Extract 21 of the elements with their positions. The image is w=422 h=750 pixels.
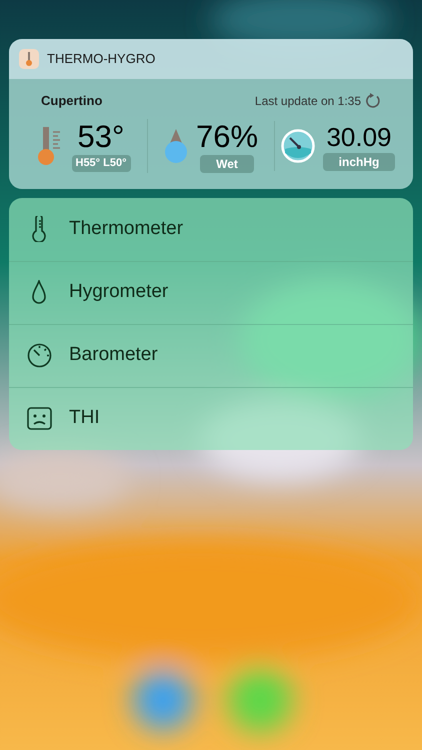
menu-item[interactable]: Thermometer [9, 198, 413, 260]
menu-item[interactable]: THI [9, 386, 413, 450]
reading-label: Wet [200, 154, 254, 172]
reading-value: 53° [78, 119, 124, 156]
reading-value: 30.09 [326, 120, 392, 152]
gauge-icon [26, 343, 52, 368]
water-drop-icon [164, 128, 188, 164]
reading-label: inchHg [322, 152, 396, 170]
widget-title: THERMO-HYGRO [47, 50, 156, 68]
sad-face-icon [26, 407, 52, 430]
high-low-label: H55° L50° [72, 155, 130, 172]
location-label: Cupertino [41, 92, 102, 110]
app-icon [19, 49, 39, 69]
last-update-text: Last update on 1:35 [254, 92, 361, 110]
reading-value: 76% [196, 118, 258, 154]
water-drop-icon [31, 280, 47, 305]
refresh-icon[interactable] [365, 92, 381, 109]
gauge-icon [280, 128, 315, 162]
menu-item[interactable]: Barometer [9, 324, 413, 386]
menu-item[interactable]: Hygrometer [9, 260, 413, 324]
thermometer-icon [31, 216, 47, 242]
